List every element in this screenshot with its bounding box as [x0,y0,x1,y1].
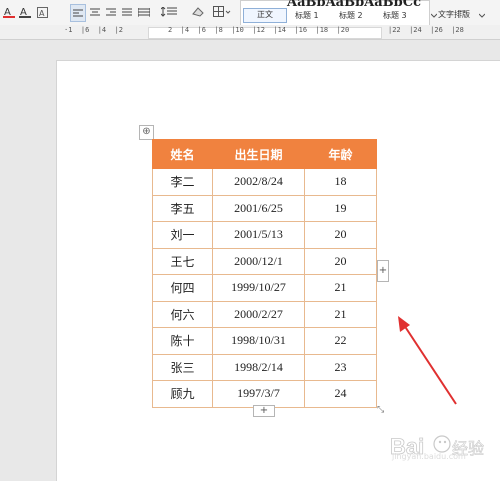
align-right-icon[interactable] [105,4,117,20]
table-row: 张三 1998/2/14 23 [152,353,377,381]
cell-name[interactable]: 何六 [152,300,213,328]
text-layout-button[interactable]: 文字排版 [438,9,470,20]
table-header-row: 姓名 出生日期 年龄 [152,139,377,169]
data-table[interactable]: 姓名 出生日期 年龄 李二 2002/8/24 18 李五 2001/6/25 … [152,139,377,408]
cell-name[interactable]: 王七 [152,247,213,275]
add-column-button[interactable]: + [377,260,389,282]
table-row: 刘一 2001/5/13 20 [152,221,377,249]
cell-name[interactable]: 顾九 [152,380,213,408]
style-heading-2[interactable]: 标题 2 [339,10,363,21]
cell-birthdate[interactable]: 2001/5/13 [212,221,305,249]
svg-text:A: A [39,9,45,18]
style-preview-text: AaBbAaBbAaBbCc [287,0,422,10]
justify-icon[interactable] [121,4,133,20]
watermark-url: jingyan.baidu.com [392,452,466,461]
cell-birthdate[interactable]: 1998/2/14 [212,353,305,381]
cell-age[interactable]: 22 [304,327,377,355]
font-color-icon[interactable]: A [2,4,16,20]
style-normal[interactable]: 正文 [243,8,287,23]
align-center-icon[interactable] [89,4,101,20]
cell-birthdate[interactable]: 2000/2/27 [212,300,305,328]
header-name[interactable]: 姓名 [152,139,213,169]
style-heading-3[interactable]: 标题 3 [383,10,407,21]
ruler-right-marks: |22 |24 |26 |28 [388,26,464,34]
cell-name[interactable]: 李五 [152,194,213,222]
style-gallery[interactable]: AaBbAaBbAaBbCc 正文 标题 1 标题 2 标题 3 [240,0,430,26]
table-row: 陈十 1998/10/31 22 [152,327,377,355]
table-resize-handle-icon[interactable]: ⤡ [377,405,387,415]
line-spacing-icon[interactable] [160,4,180,20]
cell-name[interactable]: 张三 [152,353,213,381]
table-row: 李二 2002/8/24 18 [152,168,377,196]
style-heading-1[interactable]: 标题 1 [295,10,319,21]
cell-name[interactable]: 刘一 [152,221,213,249]
highlight-icon[interactable]: A [18,4,32,20]
horizontal-ruler[interactable]: ·1 |6 |4 |2 2 |4 |6 |8 |10 |12 |14 |16 |… [0,25,500,40]
table-row: 何六 2000/2/27 21 [152,300,377,328]
ribbon-toolbar: A A A AaBbAaBbAaBbCc 正文 标题 1 标题 2 标题 3 文… [0,0,500,26]
border-icon[interactable] [212,4,232,20]
cell-name[interactable]: 李二 [152,168,213,196]
cell-age[interactable]: 19 [304,194,377,222]
ruler-left-marks: ·1 |6 |4 |2 [64,26,124,34]
cell-birthdate[interactable]: 2001/6/25 [212,194,305,222]
cell-age[interactable]: 23 [304,353,377,381]
table-row: 王七 2000/12/1 20 [152,247,377,275]
cell-age[interactable]: 20 [304,221,377,249]
cell-age[interactable]: 21 [304,274,377,302]
table-row: 顾九 1997/3/7 24 [152,380,377,408]
cell-age[interactable]: 21 [304,300,377,328]
shading-icon[interactable] [190,4,206,20]
table-row: 李五 2001/6/25 19 [152,194,377,222]
table-move-handle-icon[interactable]: ⊕ [139,125,154,140]
header-age[interactable]: 年龄 [304,139,377,169]
cell-age[interactable]: 18 [304,168,377,196]
add-row-button[interactable]: + [253,405,275,417]
table-row: 何四 1999/10/27 21 [152,274,377,302]
distributed-icon[interactable] [137,4,151,20]
align-left-icon[interactable] [70,4,86,22]
cell-birthdate[interactable]: 1998/10/31 [212,327,305,355]
cell-birthdate[interactable]: 1999/10/27 [212,274,305,302]
text-layout-dropdown-icon[interactable] [478,8,486,24]
cell-birthdate[interactable]: 2002/8/24 [212,168,305,196]
cell-age[interactable]: 24 [304,380,377,408]
cell-name[interactable]: 何四 [152,274,213,302]
ruler-middle-marks: 2 |4 |6 |8 |10 |12 |14 |16 |18 |20 [168,26,350,34]
cell-name[interactable]: 陈十 [152,327,213,355]
cell-age[interactable]: 20 [304,247,377,275]
clear-format-icon[interactable]: A [36,4,48,20]
cell-birthdate[interactable]: 2000/12/1 [212,247,305,275]
header-birthdate[interactable]: 出生日期 [212,139,305,169]
red-arrow-annotation [398,316,457,405]
cell-birthdate[interactable]: 1997/3/7 [212,380,305,408]
style-gallery-dropdown-icon[interactable] [430,8,438,24]
